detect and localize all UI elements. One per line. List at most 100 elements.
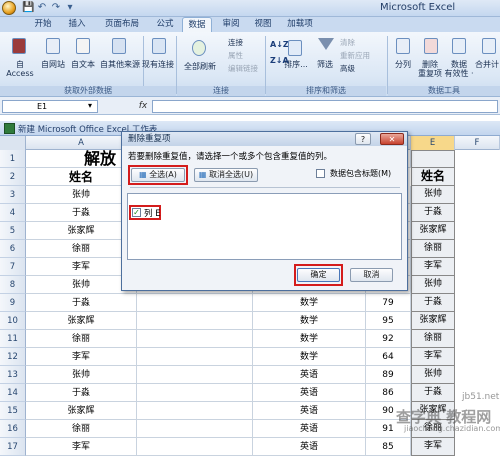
formula-input[interactable] xyxy=(152,100,498,113)
grid-cell-e[interactable]: 徐丽 xyxy=(411,330,455,348)
grid-cell-e[interactable]: 张帅 xyxy=(411,186,455,204)
grid-cell-a[interactable]: 李军 xyxy=(26,348,137,366)
row-header[interactable]: 12 xyxy=(0,348,26,366)
from-access-button[interactable]: 自 Access xyxy=(2,60,38,78)
grid-cell-e[interactable]: 于淼 xyxy=(411,204,455,222)
grid-cell-b[interactable] xyxy=(137,294,253,312)
name-box[interactable]: E1 xyxy=(2,100,98,113)
remove-duplicates-button[interactable]: 删除 重复项 xyxy=(416,60,444,78)
row-header[interactable]: 1 xyxy=(0,150,26,168)
reapply-button[interactable]: 重新应用 xyxy=(340,51,370,61)
grid-cell-c[interactable]: 英语 xyxy=(253,402,366,420)
grid-cell-c[interactable]: 数学 xyxy=(253,312,366,330)
from-web-button[interactable]: 自网站 xyxy=(38,60,68,69)
tab-review[interactable]: 审阅 xyxy=(216,17,246,32)
grid-cell-c[interactable]: 英语 xyxy=(253,366,366,384)
row-header[interactable]: 3 xyxy=(0,186,26,204)
consolidate-button[interactable]: 合并计 xyxy=(474,60,500,69)
data-validation-button[interactable]: 数据 有效性 · xyxy=(444,60,474,78)
undo-icon[interactable]: ↶ xyxy=(36,2,48,14)
tab-view[interactable]: 视图 xyxy=(248,17,278,32)
ok-button[interactable]: 确定 xyxy=(297,268,340,282)
grid-cell-d[interactable]: 95 xyxy=(366,312,411,330)
grid-cell-e[interactable]: 张帅 xyxy=(411,366,455,384)
from-text-button[interactable]: 自文本 xyxy=(68,60,98,69)
row-header[interactable]: 11 xyxy=(0,330,26,348)
grid-cell-e[interactable]: 张帅 xyxy=(411,276,455,294)
grid-cell-e[interactable]: 徐丽 xyxy=(411,240,455,258)
redo-icon[interactable]: ↷ xyxy=(50,2,62,14)
column-header-e[interactable]: E xyxy=(411,136,455,150)
unselect-all-button[interactable]: ▦ 取消全选(U) xyxy=(194,168,258,182)
grid-cell-e[interactable]: 李军 xyxy=(411,258,455,276)
grid-cell-b[interactable] xyxy=(137,420,253,438)
tab-page-layout[interactable]: 页面布局 xyxy=(96,17,148,32)
select-all-corner[interactable] xyxy=(0,136,26,150)
from-other-sources-button[interactable]: 自其他来源 xyxy=(98,60,142,69)
row-header[interactable]: 7 xyxy=(0,258,26,276)
grid-cell-a[interactable]: 于淼 xyxy=(26,294,137,312)
refresh-all-button[interactable]: 全部刷新 xyxy=(180,62,220,71)
row-header[interactable]: 13 xyxy=(0,366,26,384)
filter-button[interactable]: 筛选 xyxy=(312,60,338,69)
tab-insert[interactable]: 插入 xyxy=(62,17,92,32)
row-header[interactable]: 6 xyxy=(0,240,26,258)
tab-addins[interactable]: 加载项 xyxy=(280,17,320,32)
grid-cell-c[interactable]: 英语 xyxy=(253,438,366,456)
grid-cell-b[interactable] xyxy=(137,348,253,366)
insert-function-icon[interactable]: fx xyxy=(136,100,150,113)
grid-cell-c[interactable]: 数学 xyxy=(253,330,366,348)
columns-listbox[interactable] xyxy=(127,193,402,260)
name-box-dropdown-icon[interactable]: ▾ xyxy=(88,101,92,110)
grid-cell-b[interactable] xyxy=(137,402,253,420)
grid-cell-c[interactable]: 数学 xyxy=(253,348,366,366)
column-e-checkbox[interactable]: ✓ xyxy=(132,208,141,217)
column-header-f[interactable]: F xyxy=(455,136,500,150)
grid-cell-a[interactable]: 李军 xyxy=(26,438,137,456)
grid-cell-d[interactable]: 85 xyxy=(366,438,411,456)
grid-cell-d[interactable]: 79 xyxy=(366,294,411,312)
grid-cell-b[interactable] xyxy=(137,384,253,402)
row-header[interactable]: 5 xyxy=(0,222,26,240)
grid-cell-b[interactable] xyxy=(137,330,253,348)
grid-cell-a[interactable]: 张帅 xyxy=(26,366,137,384)
row-header[interactable]: 2 xyxy=(0,168,26,186)
tab-home[interactable]: 开始 xyxy=(28,17,58,32)
tab-data[interactable]: 数据 xyxy=(182,17,212,32)
select-all-button[interactable]: ▦ 全选(A) xyxy=(131,168,185,182)
clear-button[interactable]: 清除 xyxy=(340,38,355,48)
grid-cell-e[interactable]: 于淼 xyxy=(411,384,455,402)
sort-button[interactable]: 排序... xyxy=(280,60,312,69)
sort-az-icon[interactable]: A↓Z xyxy=(270,40,289,49)
edit-links-button[interactable]: 编辑链接 xyxy=(228,64,258,74)
grid-cell-b[interactable] xyxy=(137,312,253,330)
save-icon[interactable]: 💾 xyxy=(22,2,34,14)
cancel-button[interactable]: 取消 xyxy=(350,268,393,282)
grid-cell-a[interactable]: 徐丽 xyxy=(26,330,137,348)
qat-dropdown-icon[interactable]: ▾ xyxy=(64,2,76,14)
grid-cell-d[interactable]: 89 xyxy=(366,366,411,384)
grid-cell-a[interactable]: 徐丽 xyxy=(26,420,137,438)
grid-cell-e[interactable]: 李军 xyxy=(411,438,455,456)
office-button[interactable] xyxy=(2,1,16,15)
tab-formulas[interactable]: 公式 xyxy=(150,17,180,32)
help-button[interactable]: ? xyxy=(355,133,371,145)
header-name-cell-e[interactable]: 姓名 xyxy=(411,168,455,186)
row-header[interactable]: 16 xyxy=(0,420,26,438)
close-button[interactable]: ✕ xyxy=(380,133,404,145)
row-header[interactable]: 17 xyxy=(0,438,26,456)
existing-connections-button[interactable]: 现有连接 xyxy=(142,60,174,69)
grid-cell-e[interactable]: 李军 xyxy=(411,348,455,366)
grid-cell-e[interactable]: 于淼 xyxy=(411,294,455,312)
row-header[interactable]: 14 xyxy=(0,384,26,402)
header-checkbox[interactable] xyxy=(316,169,325,178)
grid-cell-d[interactable]: 86 xyxy=(366,384,411,402)
grid-cell-e[interactable]: 张家辉 xyxy=(411,312,455,330)
grid-cell-c[interactable]: 数学 xyxy=(253,294,366,312)
text-to-columns-button[interactable]: 分列 xyxy=(390,60,416,69)
grid-cell-c[interactable]: 英语 xyxy=(253,420,366,438)
grid-cell-e[interactable]: 张家辉 xyxy=(411,222,455,240)
grid-cell-b[interactable] xyxy=(137,366,253,384)
grid-cell-d[interactable]: 64 xyxy=(366,348,411,366)
grid-cell-a[interactable]: 张家辉 xyxy=(26,312,137,330)
